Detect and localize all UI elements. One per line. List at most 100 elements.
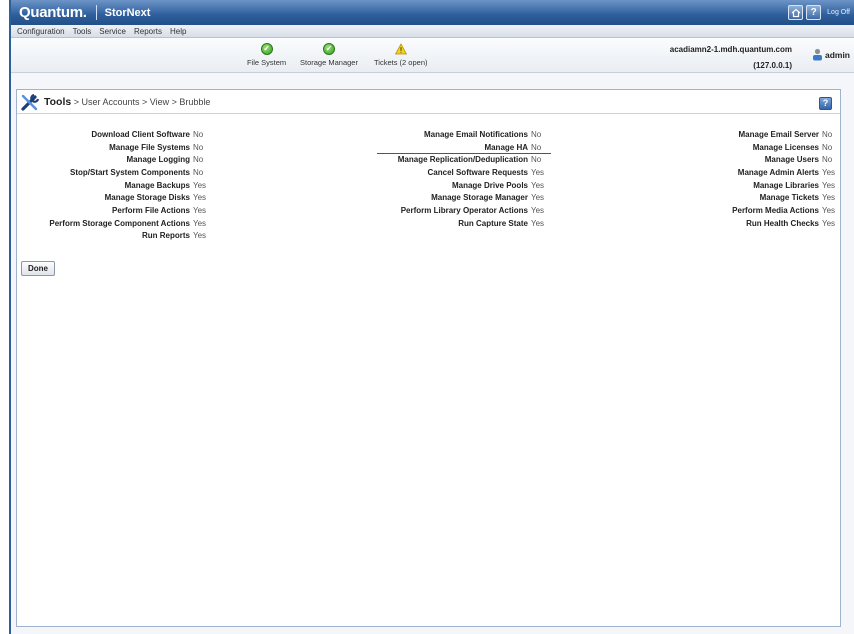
done-button[interactable]: Done bbox=[21, 261, 55, 276]
permission-value: Yes bbox=[531, 218, 545, 228]
permission-value: No bbox=[531, 129, 542, 139]
permission-label: Download Client Software bbox=[91, 129, 190, 139]
permission-value: Yes bbox=[193, 231, 207, 241]
breadcrumb: Tools > User Accounts > View > Brubble bbox=[44, 96, 210, 108]
title-bar: Quantum. StorNext ? Log Off bbox=[11, 0, 854, 25]
permission-value: Yes bbox=[531, 193, 545, 203]
permissions-grid: Download Client Software No Manage Email … bbox=[17, 128, 842, 242]
permission-label: Manage Users bbox=[764, 155, 819, 165]
permission-value: No bbox=[822, 155, 833, 165]
permission-value: No bbox=[822, 129, 833, 139]
menu-bar: Configuration Tools Service Reports Help bbox=[11, 25, 854, 38]
permission-value: Yes bbox=[531, 205, 545, 215]
permission-label: Run Reports bbox=[142, 231, 190, 241]
warning-triangle-icon bbox=[394, 43, 407, 55]
home-icon[interactable] bbox=[788, 5, 804, 20]
permission-label: Manage Email Server bbox=[738, 129, 819, 139]
permission-label: Cancel Software Requests bbox=[427, 167, 528, 177]
permission-value: Yes bbox=[822, 218, 836, 228]
breadcrumb-path: > User Accounts > View > Brubble bbox=[71, 96, 211, 107]
permission-value: No bbox=[193, 155, 204, 165]
menu-reports[interactable]: Reports bbox=[134, 27, 162, 36]
permission-label: Manage Email Notifications bbox=[423, 129, 528, 139]
permission-value: No bbox=[822, 142, 833, 152]
permission-value: Yes bbox=[193, 193, 207, 203]
permission-value: Yes bbox=[193, 218, 207, 228]
status-file-system[interactable]: ✓ File System bbox=[247, 43, 286, 67]
permission-value: Yes bbox=[193, 205, 207, 215]
help-icon[interactable]: ? bbox=[819, 97, 832, 110]
menu-help[interactable]: Help bbox=[170, 27, 186, 36]
permission-label: Manage Logging bbox=[126, 155, 190, 165]
panel-header: Tools > User Accounts > View > Brubble ? bbox=[17, 90, 840, 114]
permission-label: Manage HA bbox=[484, 142, 528, 152]
permission-value: No bbox=[193, 167, 204, 177]
permission-row: Perform Storage Component Actions Yes Run… bbox=[17, 217, 842, 230]
permission-value: Yes bbox=[822, 180, 836, 190]
check-circle-icon: ✓ bbox=[322, 43, 335, 55]
permission-label: Manage Backups bbox=[124, 180, 190, 190]
brand-divider bbox=[95, 5, 97, 20]
permission-label: Manage Licenses bbox=[752, 142, 819, 152]
permission-row: Manage Storage Disks Yes Manage Storage M… bbox=[17, 191, 842, 204]
permission-value: Yes bbox=[822, 205, 836, 215]
host-ip: (127.0.0.1) bbox=[753, 61, 792, 70]
product-name: StorNext bbox=[104, 6, 151, 19]
permission-row: Manage Backups Yes Manage Drive Pools Yes … bbox=[17, 179, 842, 192]
status-label: Storage Manager bbox=[300, 58, 358, 67]
permission-label: Perform Library Operator Actions bbox=[400, 205, 528, 215]
permission-label: Manage Replication/Deduplication bbox=[397, 155, 528, 165]
permission-label: Manage Admin Alerts bbox=[737, 167, 819, 177]
permission-label: Run Health Checks bbox=[746, 218, 819, 228]
permission-label: Run Capture State bbox=[458, 218, 528, 228]
permission-value: No bbox=[193, 129, 204, 139]
permission-label: Manage Drive Pools bbox=[451, 180, 528, 190]
user-icon bbox=[812, 48, 822, 61]
permission-row: Manage Logging No Manage Replication/Dedu… bbox=[17, 153, 842, 166]
status-storage-manager[interactable]: ✓ Storage Manager bbox=[300, 43, 358, 67]
permission-value: Yes bbox=[531, 180, 545, 190]
permission-label: Manage Storage Manager bbox=[431, 193, 528, 203]
permission-label: Perform File Actions bbox=[112, 205, 190, 215]
menu-configuration[interactable]: Configuration bbox=[17, 27, 65, 36]
permission-value: No bbox=[531, 142, 542, 152]
permission-label: Perform Media Actions bbox=[732, 205, 819, 215]
permission-value: No bbox=[193, 142, 204, 152]
permission-row: Run Reports Yes bbox=[17, 230, 842, 243]
permission-value: Yes bbox=[531, 167, 545, 177]
permission-label: Manage File Systems bbox=[109, 142, 190, 152]
host-name: acadiamn2-1.mdh.quantum.com bbox=[669, 45, 792, 54]
status-label: File System bbox=[247, 58, 287, 67]
permission-value: Yes bbox=[822, 193, 836, 203]
status-label: Tickets (2 open) bbox=[374, 58, 428, 67]
status-tickets[interactable]: Tickets (2 open) bbox=[374, 43, 428, 67]
permission-label: Manage Tickets bbox=[759, 193, 819, 203]
user-name: admin bbox=[824, 49, 850, 60]
permission-value: Yes bbox=[822, 167, 836, 177]
breadcrumb-root[interactable]: Tools bbox=[44, 96, 71, 108]
user-menu[interactable]: admin bbox=[812, 48, 850, 61]
host-info: acadiamn2-1.mdh.quantum.com (127.0.0.1) bbox=[670, 42, 792, 74]
permission-label: Perform Storage Component Actions bbox=[49, 218, 190, 228]
app-window: Quantum. StorNext ? Log Off Configuratio… bbox=[9, 0, 854, 634]
permission-row: Manage File Systems No Manage HA No Manage… bbox=[17, 141, 842, 154]
title-actions: ? Log Off bbox=[788, 5, 854, 20]
permission-row: Perform File Actions Yes Perform Library … bbox=[17, 204, 842, 217]
permission-value: Yes bbox=[193, 180, 207, 190]
menu-tools[interactable]: Tools bbox=[73, 27, 92, 36]
row-divider bbox=[377, 153, 551, 154]
logoff-link[interactable]: Log Off bbox=[827, 9, 850, 16]
help-icon[interactable]: ? bbox=[806, 5, 822, 20]
permission-label: Stop/Start System Components bbox=[69, 167, 190, 177]
permission-row: Stop/Start System Components No Cancel So… bbox=[17, 166, 842, 179]
menu-service[interactable]: Service bbox=[99, 27, 126, 36]
content-panel: Tools > User Accounts > View > Brubble ?… bbox=[16, 89, 841, 627]
permission-row: Download Client Software No Manage Email … bbox=[17, 128, 842, 141]
status-bar: ✓ File System ✓ Storage Manager Tickets … bbox=[11, 38, 854, 73]
check-circle-icon: ✓ bbox=[260, 43, 273, 55]
brand-logo: Quantum. bbox=[19, 4, 87, 21]
wrench-screwdriver-icon bbox=[21, 93, 40, 111]
permission-value: No bbox=[531, 155, 542, 165]
permission-label: Manage Libraries bbox=[753, 180, 819, 190]
permission-label: Manage Storage Disks bbox=[104, 193, 190, 203]
